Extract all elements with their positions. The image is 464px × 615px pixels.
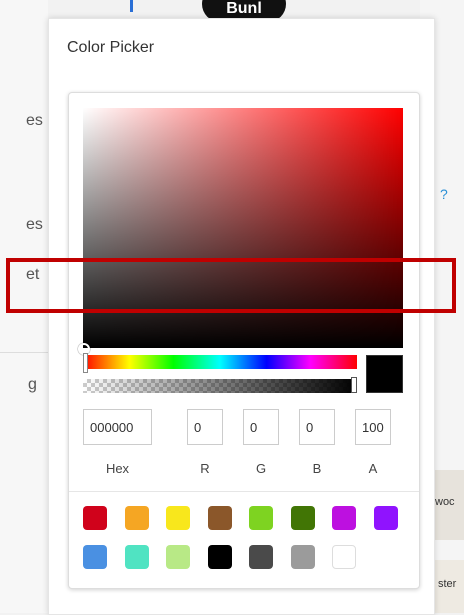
color-swatch[interactable] (207, 506, 232, 530)
color-picker-panel: Color Picker Hex R G B A (48, 18, 435, 615)
hex-label: Hex (105, 461, 130, 476)
hue-slider-handle[interactable] (83, 353, 88, 373)
map-label: woc (435, 496, 455, 508)
help-icon[interactable]: ? (440, 186, 448, 202)
color-swatch[interactable] (290, 506, 315, 530)
color-swatch[interactable] (332, 545, 356, 569)
color-swatch[interactable] (83, 506, 107, 530)
red-input[interactable] (187, 409, 223, 445)
color-swatch[interactable] (207, 545, 232, 569)
color-picker: Hex R G B A (68, 92, 420, 589)
green-label: G (255, 461, 267, 476)
color-swatch[interactable] (290, 545, 315, 569)
red-label: R (200, 461, 210, 476)
color-swatch[interactable] (249, 545, 273, 569)
color-preview (366, 355, 403, 393)
bg-divider (0, 352, 48, 353)
color-swatch[interactable] (249, 506, 273, 530)
bg-text-fragment: g (28, 376, 37, 393)
color-swatch[interactable] (166, 506, 190, 530)
color-swatch[interactable] (83, 545, 107, 569)
panel-title: Color Picker (67, 39, 155, 56)
alpha-label: A (368, 461, 378, 476)
hex-input[interactable] (83, 409, 152, 445)
map-fragment: ster (430, 560, 464, 613)
blue-label: B (312, 461, 322, 476)
swatch-divider (69, 491, 419, 492)
color-swatch[interactable] (332, 506, 356, 530)
bg-text-fragment: es (26, 216, 43, 233)
highlight-box (6, 258, 456, 313)
alpha-slider-handle[interactable] (351, 377, 357, 393)
blue-input[interactable] (299, 409, 335, 445)
color-swatch[interactable] (124, 506, 149, 530)
bg-text-fragment: es (26, 112, 43, 129)
map-label: ster (438, 578, 457, 590)
alpha-slider[interactable] (83, 379, 357, 393)
color-swatch[interactable] (373, 506, 398, 530)
bg-blue-marker (130, 0, 133, 12)
hue-slider[interactable] (83, 355, 357, 369)
color-swatch[interactable] (124, 545, 149, 569)
green-input[interactable] (243, 409, 279, 445)
alpha-input[interactable] (355, 409, 391, 445)
color-swatch[interactable] (166, 545, 190, 569)
